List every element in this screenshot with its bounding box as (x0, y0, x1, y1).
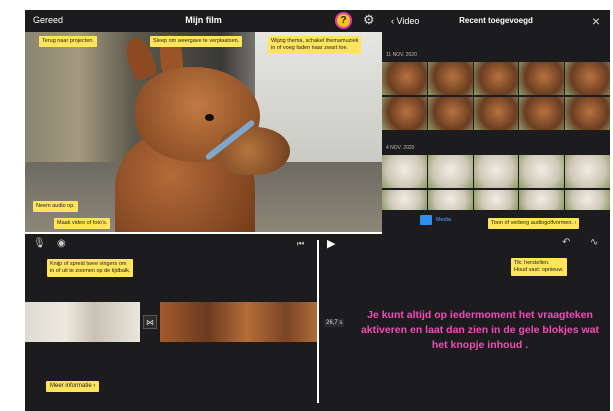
clip-thumbnail[interactable] (565, 155, 610, 188)
imovie-editor: Gereed Mijn film ? ⚙ Terug naar projecte… (0, 0, 613, 411)
chevron-right-icon: › (93, 383, 96, 389)
clip-thumbnail-row[interactable] (382, 155, 610, 188)
clip-thumbnail[interactable] (427, 190, 473, 210)
tip-drag: Sleep om weergave te verplaatsen. (150, 36, 243, 47)
tip-waveform-text: Toon of verberg audiogolfvormen. (491, 220, 573, 226)
play-icon[interactable]: ▶ (327, 237, 335, 250)
tip-audio: Neem audio op. (33, 201, 78, 212)
tip-theme: Wijzig thema, schakel themamuziek in of … (268, 36, 362, 54)
annotation-message: Je kunt altijd op iedermoment het vraagt… (360, 309, 600, 351)
bottom-bar (25, 406, 610, 411)
more-info-button[interactable]: Meer informatie › (46, 381, 100, 392)
undo-icon[interactable]: ↶ (562, 237, 570, 248)
alpaca-eye (205, 114, 214, 121)
clip-thumbnail[interactable] (382, 190, 427, 210)
clip-thumbnail[interactable] (427, 155, 473, 188)
clip-thumbnail[interactable] (565, 62, 610, 95)
media-browser-title: Recent toegevoegd (459, 16, 533, 25)
clip-thumbnail[interactable] (519, 97, 565, 130)
tip-mask: Maak video of foto's. (54, 218, 111, 229)
clip-thumbnail[interactable] (519, 62, 565, 95)
transition-icon[interactable]: ⋈ (143, 315, 157, 329)
close-icon[interactable]: × (592, 13, 600, 29)
skip-back-icon[interactable]: ⏮ (297, 239, 304, 249)
clip-thumbnail-row[interactable] (382, 97, 610, 130)
clip-thumbnail[interactable] (473, 97, 519, 130)
waveform-icon[interactable]: ∿ (590, 237, 598, 248)
project-title: Mijn film (185, 15, 222, 25)
clip-thumbnail[interactable] (382, 155, 427, 188)
top-toolbar: Gereed Mijn film ? ⚙ (25, 10, 382, 32)
tip-undo: Tik: herstellen. Houd vast: opnieuw. (511, 258, 567, 276)
clip-thumbnail[interactable] (473, 190, 519, 210)
tip-waveform: Toon of verberg audiogolfvormen. › (488, 218, 580, 229)
gear-icon[interactable]: ⚙ (363, 13, 377, 27)
playhead[interactable] (317, 240, 319, 403)
clip-thumbnail-row[interactable] (382, 62, 610, 95)
timeline-clip[interactable] (160, 302, 318, 342)
clip-thumbnail[interactable] (382, 97, 427, 130)
date-header: 11 NOV. 2020 (386, 52, 417, 58)
clip-thumbnail[interactable] (519, 190, 565, 210)
tip-back: Terug naar projecten. (39, 36, 97, 47)
date-header: 4 NOV. 2020 (386, 145, 415, 151)
help-icon[interactable]: ? (335, 12, 352, 29)
tip-pinch: Knijp of spreid twee vingers om in of ui… (47, 259, 134, 277)
clip-thumbnail[interactable] (427, 97, 473, 130)
clip-thumbnail[interactable] (473, 62, 519, 95)
media-browser: ‹ Video Recent toegevoegd × 11 NOV. 2020… (382, 10, 610, 234)
clip-thumbnail[interactable] (473, 155, 519, 188)
media-icon[interactable] (420, 215, 432, 225)
clip-thumbnail[interactable] (427, 62, 473, 95)
camera-icon[interactable]: ◉ (57, 238, 66, 249)
chevron-right-icon: › (574, 220, 577, 226)
clip-thumbnail[interactable] (565, 190, 610, 210)
clip-thumbnail[interactable] (382, 62, 427, 95)
video-preview[interactable] (25, 32, 382, 232)
clip-thumbnail[interactable] (565, 97, 610, 130)
timeline-clip[interactable] (25, 302, 140, 342)
clip-thumbnail-row[interactable] (382, 190, 610, 210)
clip-duration: 26,7 s (324, 319, 345, 327)
tab-media[interactable]: Media (436, 217, 451, 223)
microphone-icon[interactable]: 🎙 (33, 238, 46, 249)
more-info-label: Meer informatie (50, 383, 92, 389)
clip-thumbnail[interactable] (519, 155, 565, 188)
